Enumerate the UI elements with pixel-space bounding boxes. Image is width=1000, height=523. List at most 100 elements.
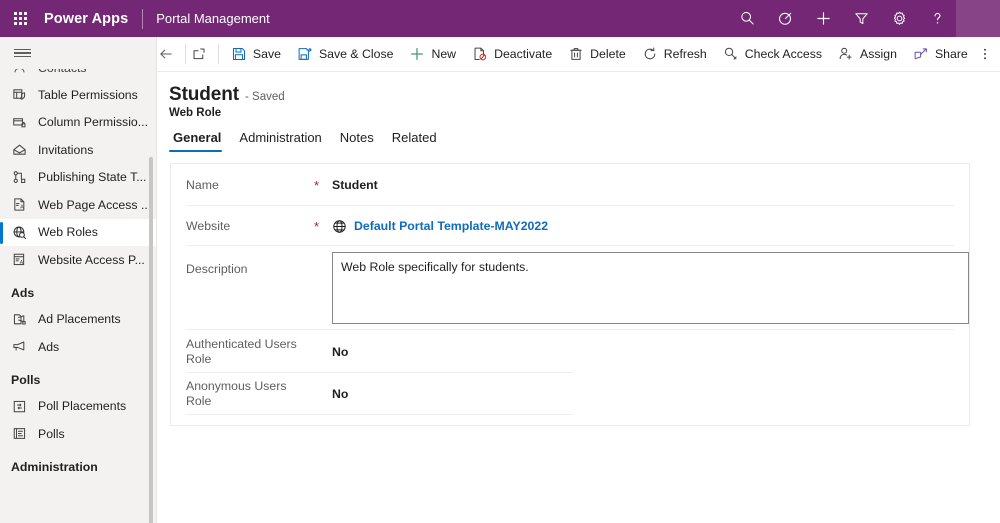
sidebar-item-column-permissions[interactable]: Column Permissio... (0, 109, 156, 137)
name-required-indicator: * (314, 178, 332, 193)
tab-notes[interactable]: Notes (331, 130, 383, 152)
check-access-label: Check Access (745, 47, 822, 61)
name-input[interactable]: Student (332, 178, 378, 192)
web-roles-icon (11, 224, 27, 240)
sidebar-item-label: Table Permissions (38, 88, 138, 102)
website-required-indicator: * (314, 219, 332, 234)
app-header: Power Apps Portal Management (0, 0, 1000, 37)
description-label: Description (186, 246, 314, 277)
tab-general[interactable]: General (169, 130, 230, 152)
field-row-authenticated-users-role: Authenticated Users Role No (171, 330, 969, 373)
trash-icon (568, 46, 584, 62)
brand-title[interactable]: Power Apps (40, 11, 128, 27)
form-tabs: General Administration Notes Related (157, 119, 1000, 152)
form-card: Name * Student Website * Default Porta (170, 163, 970, 426)
sidebar-item-website-access-permissions[interactable]: A Website Access P... (0, 246, 156, 274)
deactivate-button[interactable]: Deactivate (464, 37, 560, 72)
page-title: Student (169, 84, 239, 106)
refresh-button[interactable]: Refresh (634, 37, 715, 72)
plus-icon[interactable] (804, 0, 842, 37)
field-row-anonymous-users-role: Anonymous Users Role No (171, 373, 969, 415)
publishing-state-icon (11, 169, 27, 185)
app-launcher-button[interactable] (0, 0, 40, 37)
sidebar-group-administration: Administration (0, 448, 156, 480)
assign-icon (838, 46, 854, 62)
anonymous-users-role-value[interactable]: No (332, 387, 348, 401)
sidebar-item-label: Web Roles (38, 225, 98, 239)
table-permissions-icon (11, 87, 27, 103)
delete-label: Delete (590, 47, 626, 61)
assign-label: Assign (860, 47, 897, 61)
sidebar-item-invitations[interactable]: Invitations (0, 136, 156, 164)
tab-administration[interactable]: Administration (230, 130, 330, 152)
authenticated-users-role-label: Authenticated Users Role (186, 337, 314, 367)
assign-button[interactable]: Assign (830, 37, 905, 72)
check-access-button[interactable]: Check Access (715, 37, 830, 72)
sidebar-item-ads[interactable]: Ads (0, 333, 156, 361)
sidebar-item-contacts-partial[interactable]: Contacts (0, 69, 156, 81)
record-header: Student - Saved (157, 72, 1000, 106)
invitations-icon (11, 142, 27, 158)
sitemap-toggle-button[interactable] (0, 37, 44, 69)
plus-icon (409, 46, 425, 62)
column-permissions-icon (11, 114, 27, 130)
sidebar-item-label: Ads (38, 340, 59, 354)
new-label: New (431, 47, 456, 61)
authenticated-users-role-value[interactable]: No (332, 345, 348, 359)
row-divider (186, 414, 573, 415)
app-name[interactable]: Portal Management (156, 11, 269, 26)
website-lookup-link[interactable]: Default Portal Template-MAY2022 (332, 219, 548, 234)
sidebar-item-label: Column Permissio... (38, 115, 148, 129)
share-icon (913, 46, 929, 62)
save-close-icon (297, 46, 313, 62)
more-commands-button[interactable] (976, 37, 1000, 72)
save-button[interactable]: Save (223, 37, 289, 72)
back-button[interactable] (157, 37, 181, 72)
sidebar-item-publishing-state-transitions[interactable]: Publishing State T... (0, 164, 156, 192)
sidebar-item-table-permissions[interactable]: Table Permissions (0, 81, 156, 109)
share-label: Share (935, 47, 968, 61)
filter-icon[interactable] (842, 0, 880, 37)
sidebar: Contacts Table Permissions Column Permis… (0, 37, 157, 523)
refresh-icon (642, 46, 658, 62)
check-access-icon (723, 46, 739, 62)
save-and-close-button[interactable]: Save & Close (289, 37, 402, 72)
sidebar-item-poll-placements[interactable]: Poll Placements (0, 393, 156, 421)
sidebar-item-label: Website Access P... (38, 253, 145, 267)
environment-icon[interactable] (766, 0, 804, 37)
popout-icon (191, 46, 207, 62)
command-bar-divider (218, 44, 219, 64)
deactivate-icon (472, 46, 488, 62)
description-textarea[interactable]: Web Role specifically for students. (332, 252, 969, 324)
poll-placements-icon (11, 398, 27, 414)
gear-icon[interactable] (880, 0, 918, 37)
name-label: Name (186, 178, 314, 193)
sidebar-item-ad-placements[interactable]: Ad Placements (0, 306, 156, 334)
ads-icon (11, 339, 27, 355)
sidebar-scrollbar[interactable] (149, 157, 153, 523)
svg-text:A: A (20, 205, 24, 211)
search-icon[interactable] (728, 0, 766, 37)
record-entity-name: Web Role (157, 106, 1000, 119)
field-row-name: Name * Student (171, 164, 969, 206)
svg-text:A: A (19, 260, 23, 266)
command-bar-divider (185, 44, 186, 64)
help-icon[interactable] (918, 0, 956, 37)
sidebar-item-label: Publishing State T... (38, 170, 146, 184)
popout-button[interactable] (190, 37, 214, 72)
share-button[interactable]: Share (905, 37, 976, 72)
sidebar-item-polls[interactable]: Polls (0, 420, 156, 448)
header-divider (142, 9, 143, 29)
delete-button[interactable]: Delete (560, 37, 634, 72)
new-button[interactable]: New (401, 37, 464, 72)
waffle-icon (14, 12, 27, 25)
sidebar-item-web-roles[interactable]: Web Roles (0, 219, 156, 247)
anonymous-users-role-label: Anonymous Users Role (186, 379, 314, 409)
field-row-description: Description Web Role specifically for st… (171, 246, 969, 330)
avatar[interactable] (956, 0, 1000, 37)
sidebar-group-polls: Polls (0, 361, 156, 393)
sidebar-item-web-page-access-control-rules[interactable]: A Web Page Access ... (0, 191, 156, 219)
website-access-icon: A (11, 252, 27, 268)
tab-related[interactable]: Related (383, 130, 446, 152)
back-arrow-icon (158, 46, 174, 62)
